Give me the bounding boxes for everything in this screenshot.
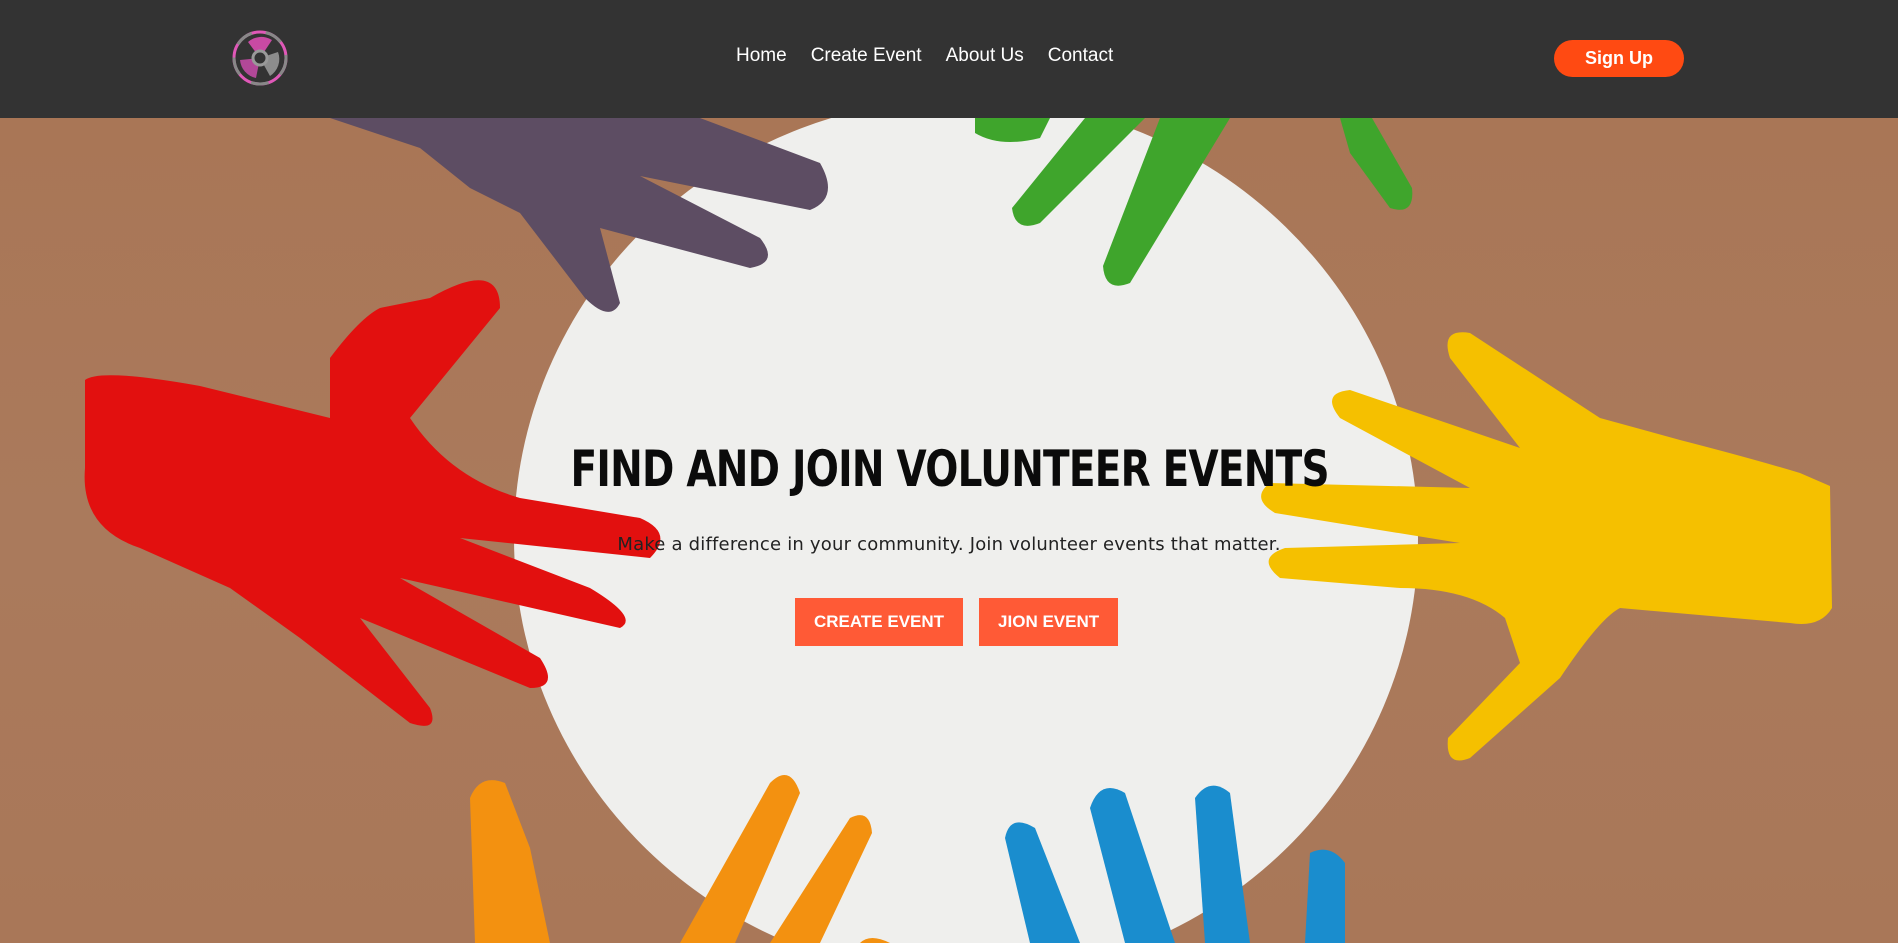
hero-background-image	[84, 118, 1832, 943]
sign-up-button[interactable]: Sign Up	[1554, 40, 1684, 77]
join-event-button[interactable]: JION EVENT	[979, 598, 1119, 646]
hero-subtitle: Make a difference in your community. Joi…	[617, 534, 1281, 555]
hero-section: FIND AND JOIN VOLUNTEER EVENTS Make a di…	[0, 118, 1898, 943]
hero-actions: CREATE EVENT JION EVENT	[795, 598, 1119, 646]
nav-link-home[interactable]: Home	[736, 45, 787, 67]
nav-link-about-us[interactable]: About Us	[946, 45, 1024, 67]
volunteer-wheel-logo-icon[interactable]	[230, 28, 290, 88]
hero-title: FIND AND JOIN VOLUNTEER EVENTS	[570, 440, 1330, 498]
nav-link-create-event[interactable]: Create Event	[811, 45, 922, 67]
main-nav: Home Create Event About Us Contact	[736, 45, 1137, 67]
nav-link-contact[interactable]: Contact	[1048, 45, 1113, 67]
create-event-button[interactable]: CREATE EVENT	[795, 598, 964, 646]
navbar: Home Create Event About Us Contact Sign …	[0, 0, 1898, 118]
